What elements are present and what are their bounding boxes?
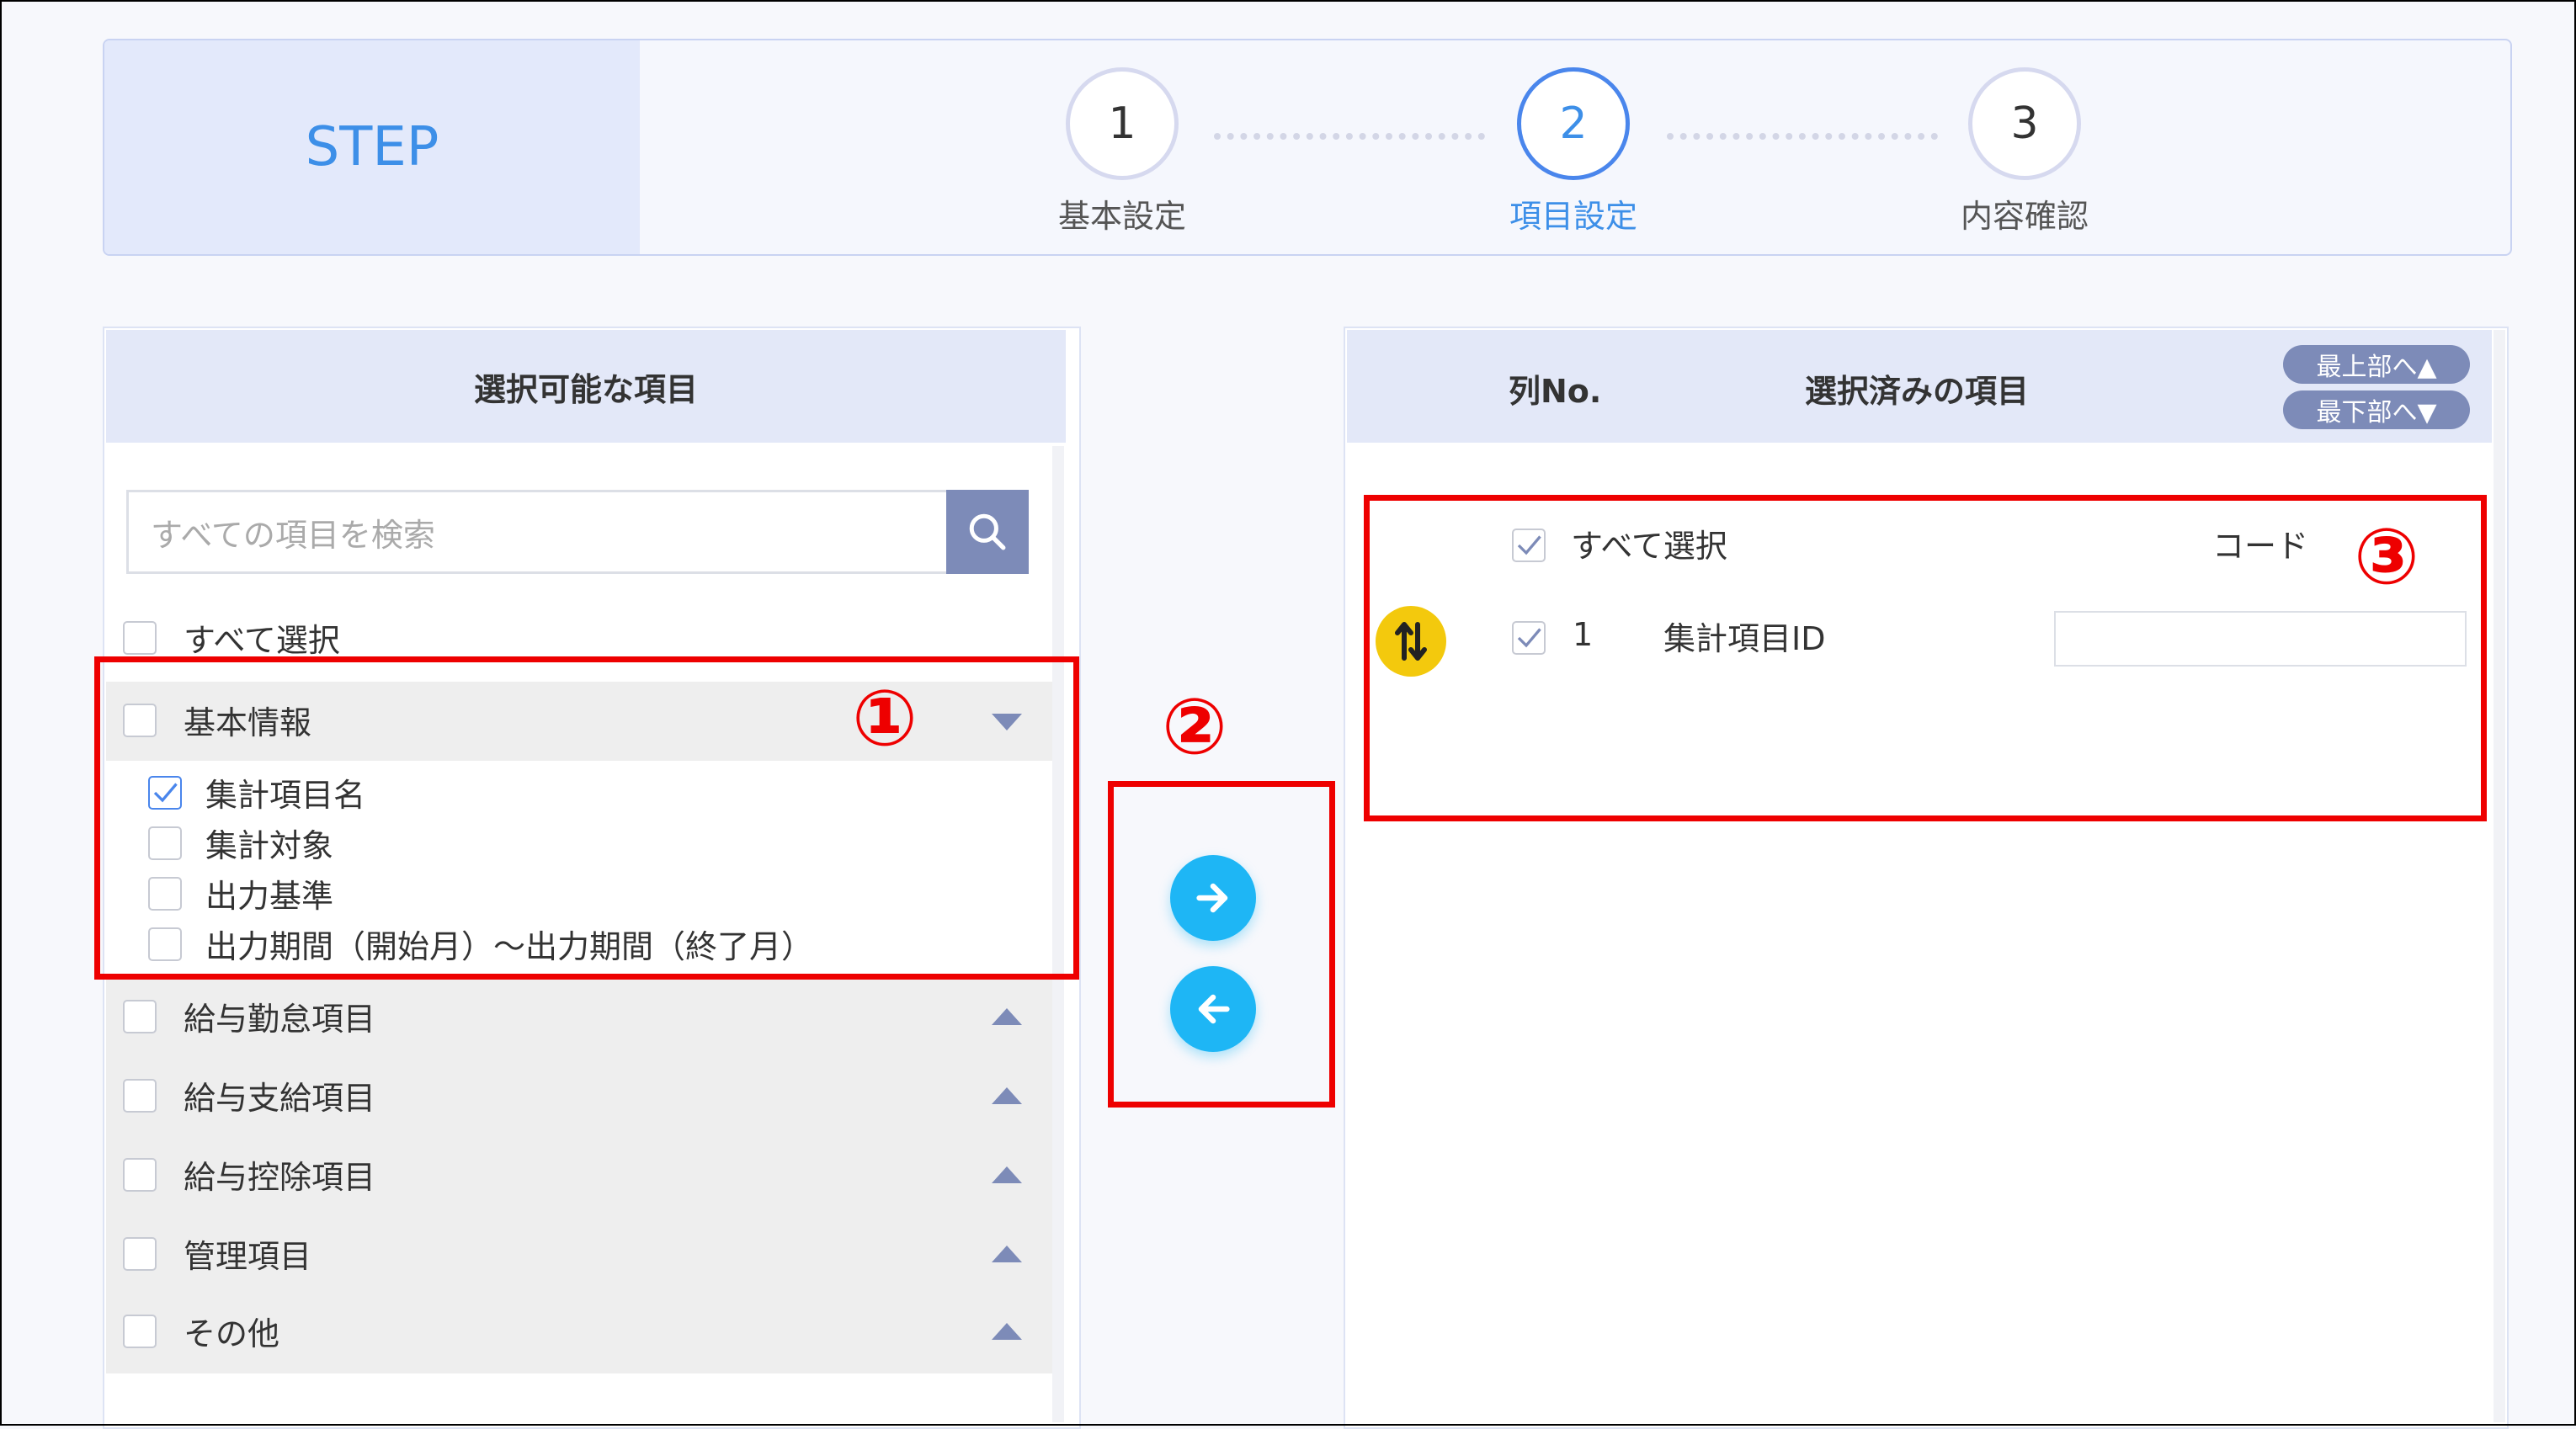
- step-2-circle: 2: [1517, 67, 1630, 180]
- available-items-header: 選択可能な項目: [106, 330, 1066, 443]
- selected-items-panel: [1344, 327, 2509, 1429]
- group-label[interactable]: 給与勤怠項目: [184, 993, 375, 1039]
- remove-item-button[interactable]: [1170, 966, 1256, 1052]
- step-3-label: 内容確認: [1960, 198, 2089, 235]
- step-1-label: 基本設定: [1057, 198, 1186, 235]
- group-checkbox[interactable]: [123, 1000, 157, 1033]
- expand-icon[interactable]: [992, 1008, 1022, 1025]
- selected-items-title: 選択済みの項目: [1805, 373, 2030, 410]
- group-label[interactable]: 給与控除項目: [184, 1151, 375, 1198]
- step-title: STEP: [104, 40, 640, 254]
- right-scrollbar[interactable]: [2494, 330, 2505, 1422]
- step-3-circle: 3: [1968, 67, 2081, 180]
- search-button[interactable]: [946, 490, 1029, 574]
- search-icon: [969, 513, 1006, 550]
- add-item-button[interactable]: [1170, 855, 1256, 941]
- select-all-label: すべて選択: [184, 622, 340, 659]
- group-label[interactable]: 給与支給項目: [184, 1072, 375, 1118]
- annotation-marker-2: ②: [1162, 682, 1227, 772]
- move-to-top-button[interactable]: 最上部へ▲: [2283, 345, 2470, 384]
- column-no-header: 列No.: [1509, 373, 1602, 410]
- step-connector: [1667, 133, 1938, 140]
- annotation-box-1: [94, 656, 1079, 980]
- annotation-box-2: [1108, 781, 1335, 1108]
- expand-icon[interactable]: [992, 1323, 1022, 1340]
- expand-icon[interactable]: [992, 1246, 1022, 1262]
- step-indicator: STEP 1 基本設定 2 項目設定 3 内容確認: [103, 39, 2512, 256]
- arrow-left-icon: [1198, 994, 1230, 1024]
- select-all-checkbox[interactable]: [123, 621, 157, 655]
- expand-icon[interactable]: [992, 1166, 1022, 1183]
- step-2-label: 項目設定: [1509, 198, 1637, 235]
- group-checkbox[interactable]: [123, 1158, 157, 1192]
- group-checkbox[interactable]: [123, 1315, 157, 1348]
- expand-icon[interactable]: [992, 1087, 1022, 1104]
- step-connector: [1214, 133, 1485, 140]
- group-label[interactable]: 管理項目: [184, 1230, 311, 1277]
- annotation-marker-1: ①: [852, 673, 918, 763]
- search-input[interactable]: すべての項目を検索: [126, 490, 950, 574]
- move-to-bottom-button[interactable]: 最下部へ▼: [2283, 390, 2470, 429]
- step-1-circle: 1: [1066, 67, 1179, 180]
- annotation-marker-3: ③: [2354, 512, 2419, 602]
- group-checkbox[interactable]: [123, 1237, 157, 1271]
- group-checkbox[interactable]: [123, 1079, 157, 1113]
- annotation-box-3: [1364, 495, 2487, 821]
- group-label[interactable]: その他: [184, 1308, 279, 1354]
- arrow-right-icon: [1196, 883, 1228, 913]
